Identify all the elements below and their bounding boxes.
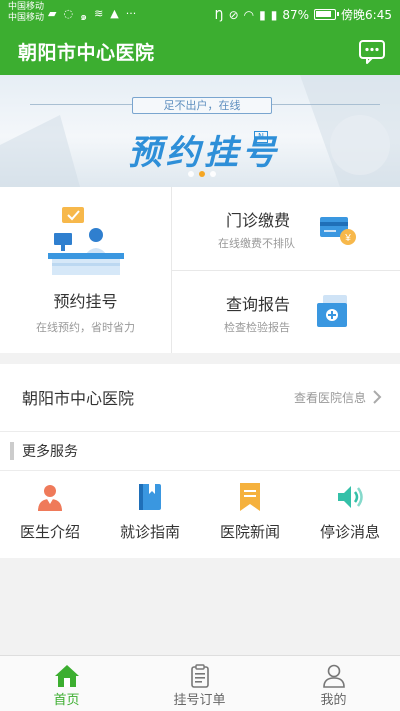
payment-title: 门诊缴费 xyxy=(226,211,291,230)
message-icon[interactable] xyxy=(358,37,386,65)
news-bookmark-icon xyxy=(240,483,260,511)
tab-label: 挂号订单 xyxy=(173,693,226,708)
banner-pager xyxy=(188,171,216,177)
section-marker xyxy=(10,442,14,460)
banner-tagline: 足不出户，在线 xyxy=(132,97,272,114)
promo-banner[interactable]: 足不出户，在线 预约挂号 N xyxy=(0,75,400,187)
chevron-right-icon xyxy=(373,390,382,404)
notification-icons: ▰ ◌ ๑ ≋ ▲ ··· xyxy=(48,7,136,25)
svg-text:¥: ¥ xyxy=(344,233,351,244)
hospital-name: 朝阳市中心医院 xyxy=(22,389,135,408)
service-label: 医院新闻 xyxy=(219,523,280,541)
banner-rule-right xyxy=(272,104,380,105)
clipboard-icon xyxy=(190,664,209,688)
battery-fill xyxy=(316,11,332,17)
signal-icon: ▮ xyxy=(270,7,278,22)
banner-rule-left xyxy=(30,104,132,105)
more-services-header: 更多服务 xyxy=(10,441,78,461)
report-card[interactable]: 查询报告 检查检验报告 xyxy=(172,271,400,353)
home-icon xyxy=(54,665,79,687)
service-visit-guide[interactable]: 就诊指南 xyxy=(100,480,200,550)
signal-icon: ▮ xyxy=(259,7,266,22)
report-title: 查询报告 xyxy=(226,295,291,314)
card-payment-icon: ¥ xyxy=(320,217,356,245)
service-label: 停诊消息 xyxy=(319,523,380,541)
tab-label: 我的 xyxy=(320,693,347,708)
battery-percent: 87% xyxy=(282,7,310,22)
tab-home[interactable]: 首页 xyxy=(0,656,133,711)
circle-icon: ◌ xyxy=(63,7,74,20)
speaker-icon xyxy=(338,486,363,508)
tab-label: 首页 xyxy=(53,693,80,708)
wifi-small-icon: ≋ xyxy=(94,7,104,20)
android-icon: ▲ xyxy=(110,7,119,20)
carrier-2: 中国移动 xyxy=(8,13,45,23)
payment-subtitle: 在线缴费不排队 xyxy=(218,237,295,250)
service-label: 医生介绍 xyxy=(19,523,80,541)
service-grid: 预约挂号 在线预约，省时省力 门诊缴费 在线缴费不排队 ¥ 查询报告 检查检验报… xyxy=(0,187,400,353)
section-divider xyxy=(0,470,400,471)
tab-orders[interactable]: 挂号订单 xyxy=(133,656,266,711)
payment-card[interactable]: 门诊缴费 在线缴费不排队 ¥ xyxy=(172,187,400,270)
appointment-subtitle: 在线预约，省时省力 xyxy=(36,321,135,334)
doctor-icon xyxy=(38,485,62,511)
report-folder-icon xyxy=(317,295,347,327)
hospital-info-row[interactable]: 朝阳市中心医院 查看医院信息 xyxy=(0,364,400,432)
tab-profile[interactable]: 我的 xyxy=(267,656,400,711)
clock: 傍晚6:45 xyxy=(341,8,392,22)
service-hospital-news[interactable]: 医院新闻 xyxy=(200,480,300,550)
more-services-section: 更多服务 医生介绍 就诊指南 医院新闻 停诊消息 xyxy=(0,432,400,558)
pager-dot[interactable] xyxy=(188,171,194,177)
guide-book-icon xyxy=(139,484,161,510)
app-bar: 朝阳市中心医院 xyxy=(0,28,400,75)
battery-icon xyxy=(314,9,340,20)
more-services-title: 更多服务 xyxy=(22,444,78,460)
carrier-labels: 中国移动 中国移动 xyxy=(8,2,44,24)
swirl-icon: ๑ xyxy=(80,10,88,23)
hospital-info-link[interactable]: 查看医院信息 xyxy=(294,389,366,406)
pager-dot[interactable] xyxy=(199,171,205,177)
wifi-icon: ◠ xyxy=(243,7,255,22)
more-icon: ··· xyxy=(125,7,137,20)
bottom-tab-bar: 首页 挂号订单 我的 xyxy=(0,655,400,711)
service-doctor-intro[interactable]: 医生介绍 xyxy=(0,480,100,550)
carrier-1: 中国移动 xyxy=(8,2,45,12)
system-status: Ŋ ⊘ ◠ ▮ ▮ 87% 傍晚6:45 xyxy=(215,6,392,23)
page-title: 朝阳市中心医院 xyxy=(18,42,155,64)
status-bar: 中国移动 中国移动 ▰ ◌ ๑ ≋ ▲ ··· Ŋ ⊘ ◠ ▮ ▮ 87% 傍晚… xyxy=(0,0,400,28)
user-icon xyxy=(322,664,345,688)
service-label: 就诊指南 xyxy=(119,523,180,541)
appointment-title: 预约挂号 xyxy=(53,292,118,311)
nfc-icon: Ŋ xyxy=(214,7,224,22)
briefcase-icon: ▰ xyxy=(48,7,57,20)
reception-desk-icon xyxy=(48,207,124,275)
mute-icon: ⊘ xyxy=(228,7,239,22)
report-subtitle: 检查检验报告 xyxy=(224,321,290,334)
appointment-card[interactable]: 预约挂号 在线预约，省时省力 xyxy=(0,187,171,353)
banner-badge: N xyxy=(254,131,268,143)
service-suspension-notice[interactable]: 停诊消息 xyxy=(300,480,400,550)
pager-dot[interactable] xyxy=(210,171,216,177)
